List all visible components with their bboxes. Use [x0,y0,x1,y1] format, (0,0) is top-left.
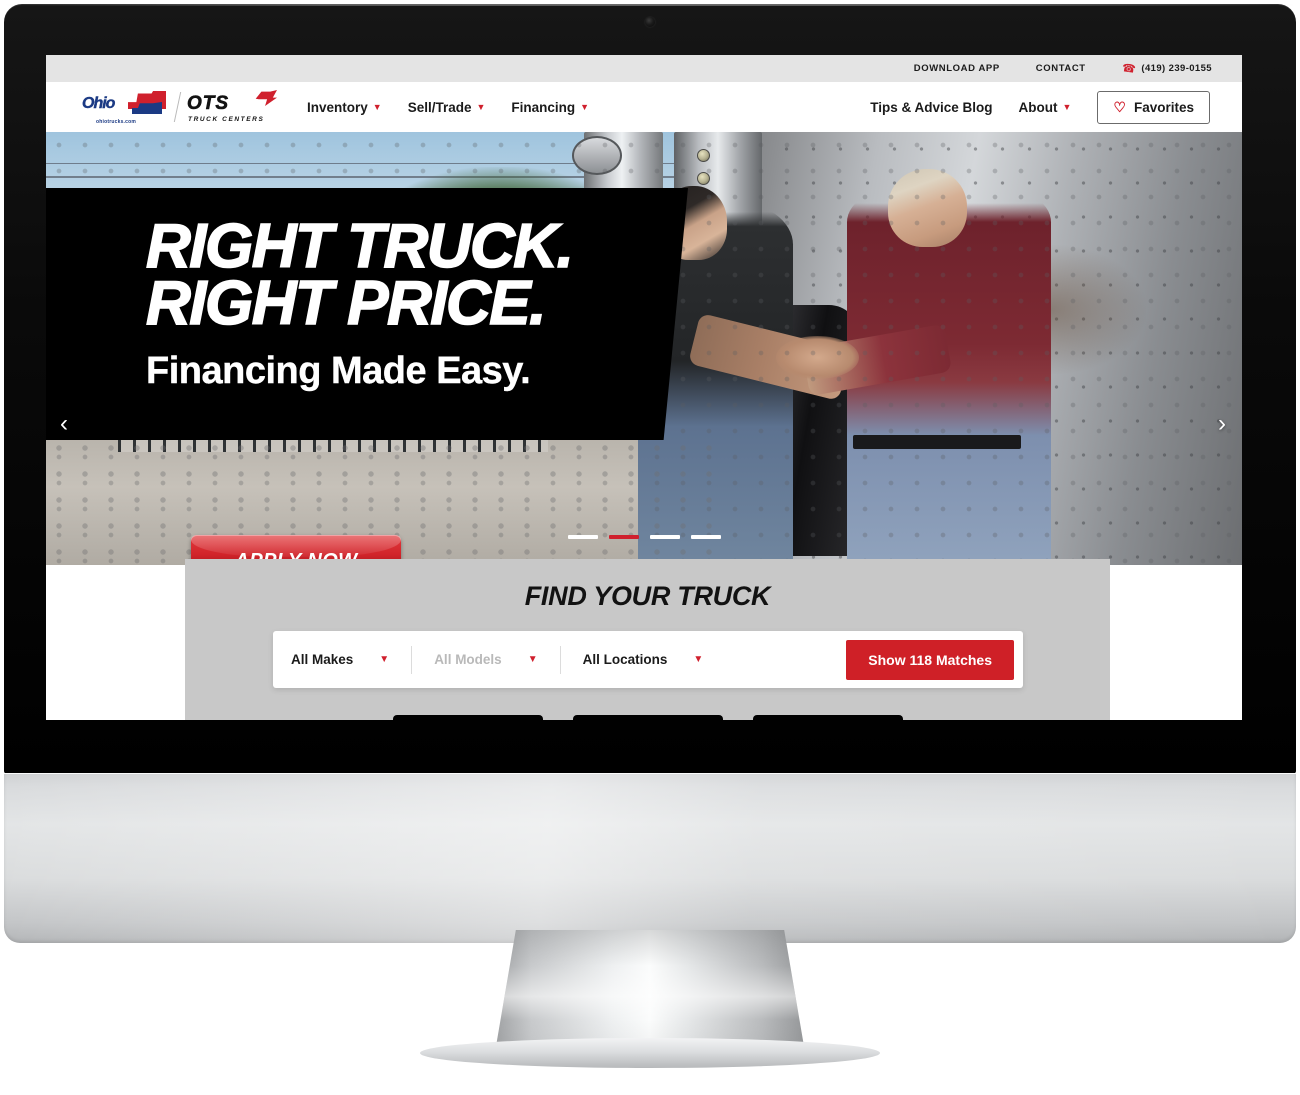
nav-label-inventory: Inventory [307,99,368,115]
utility-bar: DOWNLOAD APP CONTACT ☎ (419) 239-0155 [46,55,1242,82]
field-divider [559,645,561,674]
inventory-card[interactable] [392,715,543,720]
ohio-logo-sub: ohiotrucks.com [96,119,137,125]
ots-logo-sub: TRUCK CENTERS [188,116,265,123]
browser-screen: DOWNLOAD APP CONTACT ☎ (419) 239-0155 Oh… [46,55,1242,720]
carousel-dot-4[interactable] [690,535,721,539]
inventory-cards-preview [185,715,1110,720]
ots-truck-centers-logo: OTS TRUCK CENTERS [187,90,277,124]
ots-logo-word: OTS [187,93,230,115]
hero-headline-line2: RIGHT PRICE. [145,269,547,339]
download-app-link[interactable]: DOWNLOAD APP [914,63,1000,74]
inventory-card[interactable] [572,715,723,720]
nav-label-about: About [1018,99,1058,115]
carousel-next-arrow-icon[interactable]: › [1218,410,1226,438]
nav-item-financing[interactable]: Financing ▼ [511,100,589,115]
logo-divider [173,92,182,122]
chevron-down-icon: ▼ [372,101,382,112]
secondary-nav-links: Tips & Advice Blog About ▼ ♡ Favorites [870,90,1210,124]
main-navigation: Ohio ohiotrucks.com OTS TRUCK CENTERS In… [46,82,1242,132]
makes-select[interactable]: All Makes ▼ [291,645,389,675]
hero-headline-line1: RIGHT TRUCK. [145,212,574,281]
carousel-dot-1[interactable] [567,535,598,539]
nav-label-blog: Tips & Advice Blog [870,99,993,115]
makes-select-value: All Makes [291,652,354,667]
phone-number: (419) 239-0155 [1141,63,1212,74]
chevron-down-icon: ▼ [693,654,704,665]
carousel-dot-2[interactable] [608,535,639,539]
handshake [775,335,860,379]
chevron-down-icon: ▼ [1062,101,1072,112]
favorites-label: Favorites [1133,99,1194,115]
chevron-down-icon: ▼ [580,101,590,112]
models-select[interactable]: All Models ▼ [434,645,537,675]
favorites-button[interactable]: ♡ Favorites [1097,90,1210,124]
webcam-icon [645,17,655,27]
phone-link[interactable]: ☎ (419) 239-0155 [1120,62,1212,76]
nav-label-financing: Financing [511,99,576,115]
chevron-down-icon: ▼ [476,101,486,112]
nav-item-sell-trade[interactable]: Sell/Trade ▼ [408,100,486,115]
locations-select-value: All Locations [582,652,668,667]
hero-carousel: RIGHT TRUCK. RIGHT PRICE. Financing Made… [46,132,1242,565]
nav-item-inventory[interactable]: Inventory ▼ [307,100,382,115]
chevron-down-icon: ▼ [379,654,390,665]
bezel-highlight [4,4,1296,6]
person-customer-head [887,168,967,247]
heart-icon: ♡ [1113,99,1126,115]
primary-nav-links: Inventory ▼ Sell/Trade ▼ Financing ▼ [307,100,589,115]
find-your-truck-title: FIND YOUR TRUCK [524,581,771,611]
field-divider [411,645,413,674]
find-your-truck-section: FIND YOUR TRUCK All Makes ▼ All Models ▼… [185,559,1110,720]
carousel-pagination [46,535,1242,539]
ots-streak-icon [255,90,277,106]
carousel-prev-arrow-icon[interactable]: ‹ [60,410,68,438]
hero-text-panel: RIGHT TRUCK. RIGHT PRICE. Financing Made… [46,188,688,440]
monitor-chin [4,773,1296,943]
contact-link[interactable]: CONTACT [1036,63,1086,74]
inventory-search-bar: All Makes ▼ All Models ▼ All Locations ▼… [273,631,1023,688]
nav-label-sell-trade: Sell/Trade [407,99,472,115]
carousel-dot-3[interactable] [649,535,680,539]
chevron-down-icon: ▼ [527,654,538,665]
person-customer-belt [853,435,1021,449]
locations-select[interactable]: All Locations ▼ [583,645,704,675]
site-logo[interactable]: Ohio ohiotrucks.com OTS TRUCK CENTERS [82,90,277,125]
hero-subheadline: Financing Made Easy. [146,350,531,393]
show-matches-button[interactable]: Show 118 Matches [846,639,1014,680]
ohio-logo-word: Ohio [82,95,116,112]
desktop-monitor-mockup: DOWNLOAD APP CONTACT ☎ (419) 239-0155 Oh… [0,0,1300,1095]
nav-item-tips-advice-blog[interactable]: Tips & Advice Blog [870,100,992,115]
monitor-stand-base [420,1038,880,1068]
phone-icon: ☎ [1120,62,1137,76]
nav-item-about[interactable]: About ▼ [1019,100,1072,115]
models-select-value: All Models [434,652,502,667]
inventory-card[interactable] [752,715,903,720]
ohio-truck-sales-logo: Ohio ohiotrucks.com [82,90,168,125]
